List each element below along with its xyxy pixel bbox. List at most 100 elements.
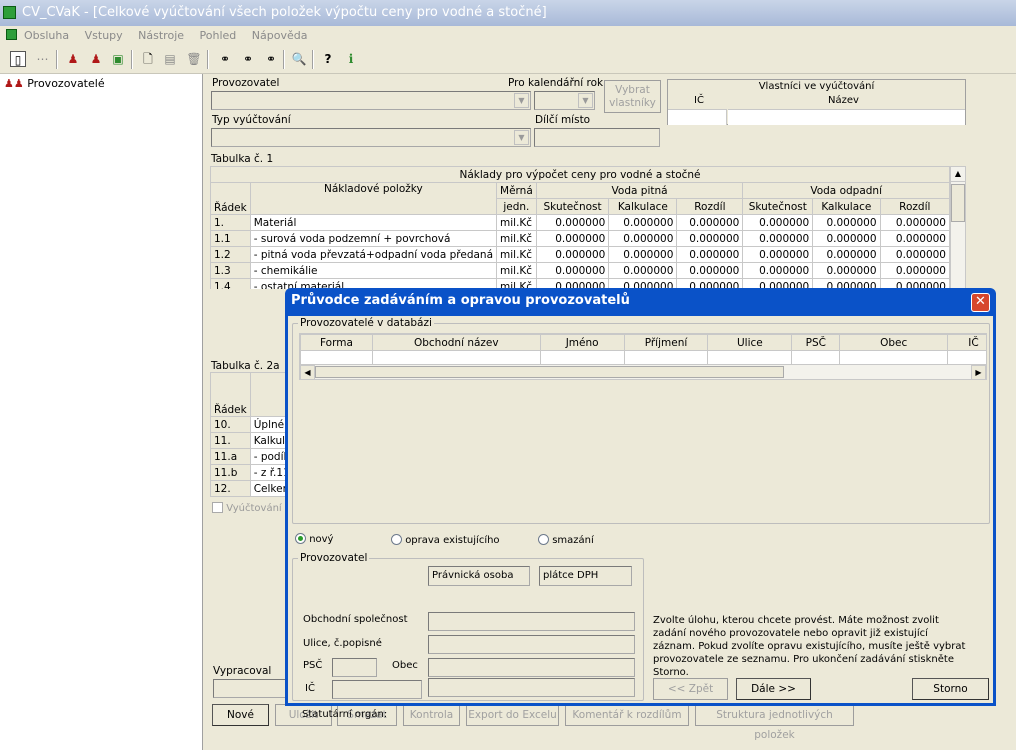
menu-nastroje[interactable]: Nástroje	[138, 27, 184, 45]
menu-obsluha[interactable]: Obsluha	[24, 27, 69, 45]
value-cell[interactable]: 0.000000	[879, 246, 950, 263]
column-header[interactable]: IČ	[947, 334, 986, 351]
dilci-field[interactable]	[534, 128, 660, 147]
value-cell[interactable]: 0.000000	[879, 230, 950, 247]
value-cell[interactable]: 0.000000	[812, 262, 881, 279]
statutarni-field[interactable]	[428, 678, 635, 697]
db-scrollbar[interactable]: ◀ ▶	[299, 364, 987, 380]
person-icon[interactable]: ♟	[88, 51, 104, 67]
rok-combo[interactable]: ▼	[534, 91, 595, 110]
book-icon[interactable]: ▣	[110, 51, 126, 67]
kontrola-button[interactable]: Kontrola	[403, 704, 460, 726]
menu-vstupy[interactable]: Vstupy	[85, 27, 123, 45]
value-cell[interactable]: 0.000000	[676, 230, 744, 247]
value-cell[interactable]: 0.000000	[742, 262, 814, 279]
trash-icon[interactable]: 🗑	[186, 51, 202, 67]
value-cell[interactable]: 0.000000	[812, 230, 881, 247]
ulice-field[interactable]	[428, 635, 635, 654]
value-cell[interactable]: 0.000000	[535, 214, 610, 231]
column-header[interactable]: Ulice	[707, 334, 793, 351]
new-doc-icon[interactable]: 🗋	[140, 51, 156, 67]
value-cell[interactable]: 0.000000	[535, 230, 610, 247]
value-cell[interactable]: 0.000000	[608, 230, 678, 247]
person-red-icon[interactable]: ♟	[65, 51, 81, 67]
close-icon[interactable]: ✕	[971, 293, 990, 312]
menu-napoveda[interactable]: Nápověda	[252, 27, 308, 45]
dale-button[interactable]: Dále >>	[736, 678, 811, 700]
export-button[interactable]: Export do Excelu	[466, 704, 559, 726]
value-cell[interactable]: 0.000000	[535, 262, 610, 279]
column-header[interactable]: Jméno	[539, 334, 625, 351]
radio-smazani[interactable]: smazání	[538, 534, 594, 546]
preview-icon[interactable]: 🔍	[291, 51, 307, 67]
nove-button[interactable]: Nové	[212, 704, 269, 726]
tree-item-provozovatele[interactable]: ♟♟ Provozovatelé	[4, 77, 105, 91]
scroll-thumb[interactable]	[951, 184, 965, 222]
value-cell[interactable]: 0.000000	[608, 262, 678, 279]
table-row[interactable]: 1.3- chemikálie mil.Kč 0.000000 0.000000 0.0…	[210, 262, 950, 279]
value-cell[interactable]: 0.000000	[676, 214, 744, 231]
chevron-down-icon[interactable]: ▼	[578, 93, 593, 108]
help-icon[interactable]: ?	[320, 51, 336, 67]
table-row[interactable]: 1.2- pitná voda převzatá+odpadní voda př…	[210, 246, 950, 263]
column-header[interactable]: Obchodní název	[371, 334, 541, 351]
vyuctovani-checkbox[interactable]: Vyúčtování	[212, 502, 282, 514]
radio-oprava[interactable]: oprava existujícího	[391, 534, 500, 546]
chevron-down-icon[interactable]: ▼	[514, 130, 529, 145]
binoculars-icon[interactable]: ⚭	[217, 51, 233, 67]
provozovatel-combo[interactable]: ▼	[211, 91, 531, 110]
save-icon[interactable]: ▤	[162, 51, 178, 67]
binoculars-next-icon[interactable]: ⚭	[240, 51, 256, 67]
vlastnici-cell[interactable]	[668, 109, 727, 125]
struktura-button[interactable]: Struktura jednotlivých položek	[695, 704, 854, 741]
scroll-thumb[interactable]	[315, 366, 784, 378]
tab1-scrollbar[interactable]: ▲	[950, 166, 966, 289]
table-row[interactable]: 11. Kalkula	[210, 432, 290, 449]
value-cell[interactable]: 0.000000	[676, 262, 744, 279]
psc-field[interactable]	[332, 658, 377, 677]
value-cell[interactable]: 0.000000	[742, 214, 814, 231]
storno-button[interactable]: Storno	[912, 678, 989, 700]
platce-dph-field[interactable]: plátce DPH	[539, 566, 632, 586]
value-cell[interactable]: 0.000000	[812, 214, 881, 231]
zpet-button[interactable]: << Zpět	[653, 678, 728, 700]
table-row[interactable]: 11.a - podíl :	[210, 448, 290, 465]
select-icon[interactable]: ▯	[10, 51, 26, 67]
obch-spol-field[interactable]	[428, 612, 635, 631]
radio-novy[interactable]: nový	[295, 533, 333, 545]
ic-field[interactable]	[332, 680, 422, 699]
value-cell[interactable]: 0.000000	[608, 246, 678, 263]
info-icon[interactable]: i	[343, 51, 359, 67]
doc-icon[interactable]	[6, 29, 17, 40]
column-header[interactable]: Forma	[300, 334, 373, 351]
scroll-left-icon[interactable]: ◀	[300, 365, 315, 380]
vybrat-vlastniky-button[interactable]: Vybrat vlastníky	[604, 80, 661, 113]
vlastnici-cell[interactable]	[728, 109, 965, 125]
table-row[interactable]: 12. Celkem	[210, 480, 290, 497]
dotted-icon[interactable]: ⋯	[34, 51, 50, 67]
value-cell[interactable]: 0.000000	[535, 246, 610, 263]
value-cell[interactable]: 0.000000	[879, 214, 950, 231]
column-header[interactable]: PSČ	[791, 334, 841, 351]
value-cell[interactable]: 0.000000	[742, 230, 814, 247]
app-icon[interactable]	[3, 6, 16, 19]
value-cell[interactable]: 0.000000	[676, 246, 744, 263]
scroll-right-icon[interactable]: ▶	[971, 365, 986, 380]
table-row[interactable]: 1. Materiál mil.Kč 0.000000 0.000000 0.000000…	[210, 214, 950, 231]
vypracoval-field[interactable]	[213, 679, 288, 698]
menu-pohled[interactable]: Pohled	[200, 27, 237, 45]
value-cell[interactable]: 0.000000	[608, 214, 678, 231]
value-cell[interactable]: 0.000000	[879, 262, 950, 279]
value-cell[interactable]: 0.000000	[742, 246, 814, 263]
chevron-down-icon[interactable]: ▼	[514, 93, 529, 108]
pravnicka-osoba-field[interactable]: Právnická osoba	[428, 566, 530, 586]
column-header[interactable]: Příjmení	[623, 334, 709, 351]
table-row[interactable]: 10. Úplné v	[210, 416, 290, 433]
value-cell[interactable]: 0.000000	[812, 246, 881, 263]
binoculars-filter-icon[interactable]: ⚭	[263, 51, 279, 67]
komentar-button[interactable]: Komentář k rozdílům	[565, 704, 689, 726]
obec-field[interactable]	[428, 658, 635, 677]
table-row[interactable]: 1.1- surová voda podzemní + povrchová mil…	[210, 230, 950, 247]
scroll-up-icon[interactable]: ▲	[951, 167, 965, 182]
table-row[interactable]: 11.b - z ř.11	[210, 464, 290, 481]
